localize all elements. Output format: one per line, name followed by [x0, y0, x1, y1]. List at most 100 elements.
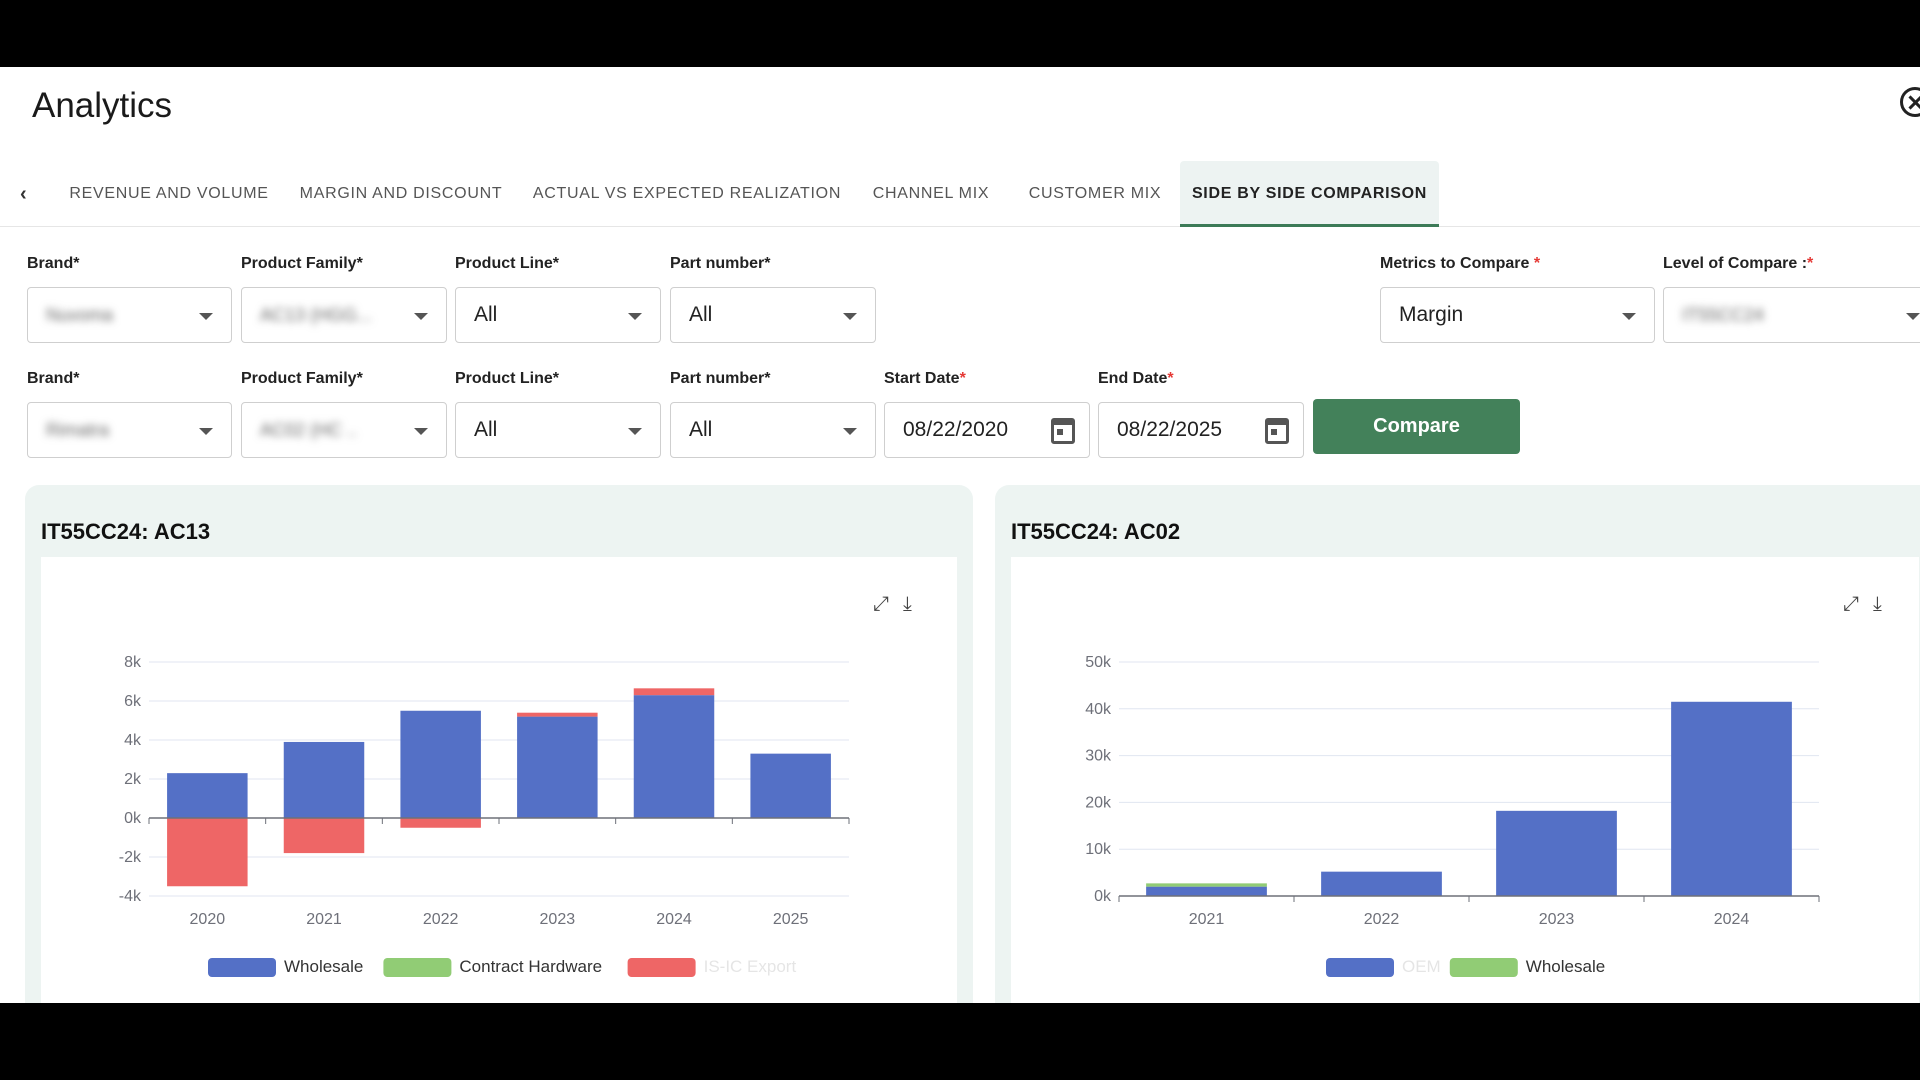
download-icon[interactable]: ⤓: [1873, 593, 1882, 616]
tab-actual-vs-expected[interactable]: ACTUAL VS EXPECTED REALIZATION: [532, 161, 842, 227]
legend-label: OEM: [1402, 957, 1441, 976]
family-select-2[interactable]: AC02 (HC ..: [241, 402, 447, 458]
legend-label: Wholesale: [1526, 957, 1605, 976]
family-value-2: AC02 (HC ..: [260, 420, 358, 440]
part-value-2: All: [689, 418, 713, 441]
y-tick-label: -4k: [119, 888, 142, 905]
brand-select-2[interactable]: Rimatra: [27, 402, 232, 458]
y-tick-label: 0k: [124, 810, 142, 827]
bar-wholesale: [633, 695, 715, 818]
level-select[interactable]: IT55CC24: [1663, 287, 1920, 343]
download-icon[interactable]: ⤓: [903, 593, 912, 616]
y-tick-label: 10k: [1085, 841, 1112, 858]
calendar-icon[interactable]: [1265, 418, 1289, 444]
family-value-1: AC13 (HGG...: [260, 305, 373, 325]
tab-channel-mix[interactable]: CHANNEL MIX: [862, 161, 1000, 227]
bar-wholesale: [283, 741, 365, 818]
part-label-2: Part number*: [670, 370, 771, 387]
y-tick-label: 20k: [1085, 794, 1112, 811]
part-select-2[interactable]: All: [670, 402, 876, 458]
bar-oem: [1496, 810, 1617, 896]
bar-wholesale: [167, 773, 248, 818]
line-label-1: Product Line*: [455, 255, 560, 272]
page-title: Analytics: [32, 86, 173, 125]
x-tick-label: 2024: [656, 911, 692, 928]
bar-is-ic-export: [633, 688, 715, 696]
y-tick-label: 6k: [124, 693, 142, 710]
line-label-2: Product Line*: [455, 370, 560, 387]
chevron-down-icon: [414, 428, 428, 435]
bar-chart-2: 50k 40k 30k 20k 10k 0k 2021 2022 2023 2024 OEM Whol…: [1085, 654, 1820, 977]
family-label-2: Product Family*: [241, 370, 363, 387]
comparison-card-2: IT55CC24: AC02 ⤢ ⤓ 50k 40k 30k 20k 10k 0k 2021…: [995, 485, 1920, 1003]
x-tick-label: 2022: [1364, 911, 1400, 928]
x-tick-label: 2024: [1714, 911, 1750, 928]
chevron-down-icon: [414, 313, 428, 320]
tab-scroll-left-icon[interactable]: ‹: [20, 183, 27, 206]
tab-customer-mix[interactable]: CUSTOMER MIX: [1020, 161, 1170, 227]
tab-revenue-and-volume[interactable]: REVENUE AND VOLUME: [58, 161, 280, 227]
line-select-1[interactable]: All: [455, 287, 661, 343]
start-date-value: 08/22/2020: [903, 418, 1009, 441]
start-date-field[interactable]: 08/22/2020: [884, 402, 1090, 458]
card-title-1: IT55CC24: AC13: [41, 519, 211, 544]
x-tick-label: 2022: [423, 911, 459, 928]
part-value-1: All: [689, 303, 713, 326]
bar-chart-1: 8k 6k 4k 2k 0k -2k -4k 2020 2021 2022 2023 2024 2025…: [119, 654, 850, 977]
legend-swatch: [383, 958, 452, 977]
metrics-select[interactable]: Margin: [1380, 287, 1655, 343]
legend-swatch: [627, 958, 696, 977]
bar-is-ic-export: [283, 818, 365, 854]
compare-button[interactable]: Compare: [1313, 399, 1520, 454]
bar-is-ic-export: [400, 818, 481, 828]
end-date-field[interactable]: 08/22/2025: [1098, 402, 1304, 458]
family-select-1[interactable]: AC13 (HGG...: [241, 287, 447, 343]
brand-value-2: Rimatra: [46, 420, 110, 440]
close-icon[interactable]: [1900, 87, 1920, 117]
chevron-down-icon: [1906, 313, 1920, 320]
y-tick-label: 40k: [1085, 701, 1112, 718]
legend-label: Wholesale: [284, 957, 363, 976]
bar-wholesale: [750, 753, 831, 818]
tab-bar: ‹ REVENUE AND VOLUME MARGIN AND DISCOUNT…: [0, 161, 1920, 227]
bar-wholesale: [1146, 883, 1267, 887]
legend-label: IS-IC Export: [704, 957, 797, 976]
chart-container-2: ⤢ ⤓ 50k 40k 30k 20k 10k 0k 2021 2022 2023 2024 OEM…: [1011, 557, 1919, 1003]
bar-wholesale: [517, 716, 598, 818]
calendar-icon[interactable]: [1051, 418, 1075, 444]
chevron-down-icon: [843, 313, 857, 320]
x-tick-label: 2023: [1539, 911, 1575, 928]
legend-swatch: [208, 958, 276, 977]
bar-oem: [1321, 871, 1442, 896]
x-tick-label: 2023: [540, 911, 576, 928]
x-tick-label: 2021: [1189, 911, 1225, 928]
line-value-2: All: [474, 418, 498, 441]
bar-oem: [1146, 886, 1267, 896]
line-value-1: All: [474, 303, 498, 326]
line-select-2[interactable]: All: [455, 402, 661, 458]
legend-swatch: [1326, 958, 1394, 977]
tab-margin-and-discount[interactable]: MARGIN AND DISCOUNT: [290, 161, 512, 227]
expand-icon[interactable]: ⤢: [1843, 593, 1859, 616]
level-label: Level of Compare :*: [1663, 255, 1814, 272]
brand-select-1[interactable]: Nuvoma: [27, 287, 232, 343]
part-select-1[interactable]: All: [670, 287, 876, 343]
x-tick-label: 2021: [306, 911, 342, 928]
chevron-down-icon: [1622, 313, 1636, 320]
metrics-label: Metrics to Compare *: [1380, 255, 1541, 272]
legend-label: Contract Hardware: [459, 957, 602, 976]
y-tick-label: 4k: [124, 732, 142, 749]
expand-icon[interactable]: ⤢: [873, 593, 889, 616]
y-tick-label: -2k: [119, 849, 142, 866]
metrics-value: Margin: [1399, 303, 1464, 326]
end-date-label: End Date*: [1098, 370, 1174, 387]
y-tick-label: 0k: [1094, 888, 1112, 905]
brand-label-2: Brand*: [27, 370, 80, 387]
y-tick-label: 2k: [124, 771, 142, 788]
family-label-1: Product Family*: [241, 255, 363, 272]
chevron-down-icon: [199, 313, 213, 320]
bar-is-ic-export: [517, 712, 598, 717]
start-date-label: Start Date*: [884, 370, 966, 387]
tab-side-by-side-comparison[interactable]: SIDE BY SIDE COMPARISON: [1180, 161, 1439, 227]
brand-value-1: Nuvoma: [46, 305, 114, 325]
